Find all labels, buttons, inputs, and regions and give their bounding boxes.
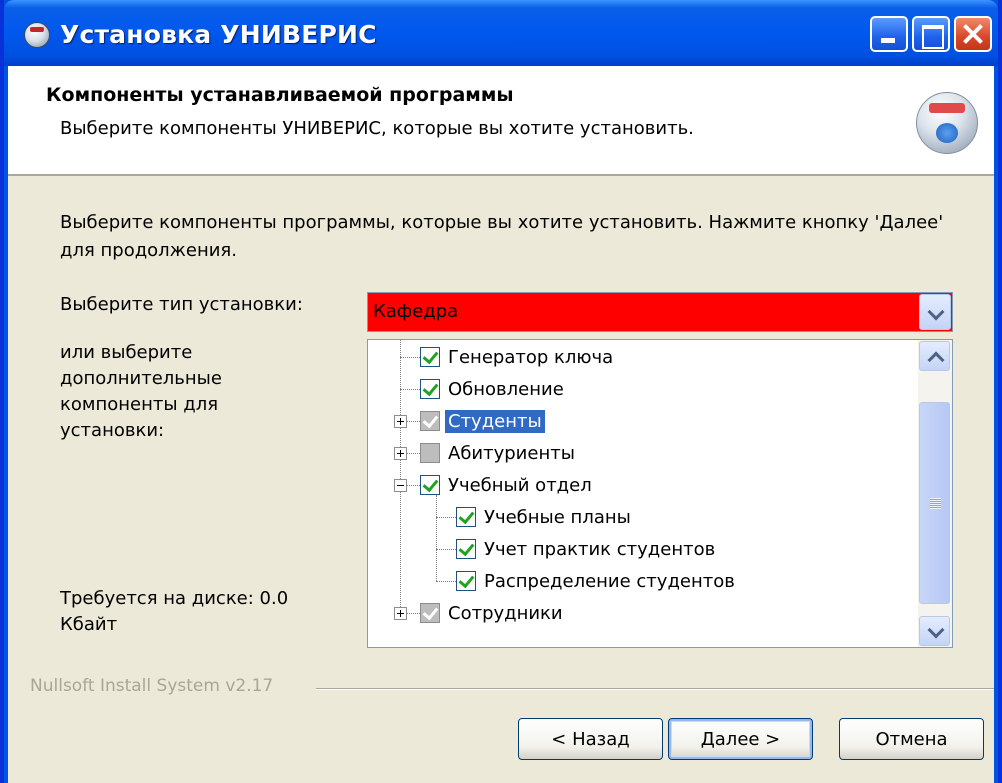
tree-item-label: Распределение студентов <box>484 570 735 592</box>
close-button[interactable] <box>954 16 992 52</box>
page-subtitle: Выберите компоненты УНИВЕРИС, которые вы… <box>60 118 694 139</box>
tree-item[interactable]: Абитуриенты <box>420 439 578 467</box>
tree-connector <box>436 517 456 518</box>
tree-item-label: Сотрудники <box>448 602 563 624</box>
maximize-button[interactable] <box>912 16 950 52</box>
title-bar[interactable]: Установка УНИВЕРИС <box>4 0 998 66</box>
expand-icon[interactable] <box>394 415 407 428</box>
tree-item[interactable]: Учет практик студентов <box>456 535 718 563</box>
scroll-up-button[interactable] <box>919 341 950 371</box>
tree-item-label: Генератор ключа <box>448 346 614 368</box>
dialog-body: Выберите компоненты программы, которые в… <box>8 176 994 783</box>
tree-item[interactable]: Сотрудники <box>420 599 566 627</box>
page-title: Компоненты устанавливаемой программы <box>46 84 514 106</box>
tree-item-label: Студенты <box>445 409 545 433</box>
collapse-icon[interactable] <box>394 479 407 492</box>
tree-item[interactable]: Генератор ключа <box>420 343 616 371</box>
tree-scrollbar[interactable] <box>918 340 952 647</box>
tree-item-label: Абитуриенты <box>448 442 575 464</box>
next-button[interactable]: Далее > <box>668 718 813 760</box>
minimize-button[interactable] <box>870 16 908 52</box>
component-checkbox[interactable] <box>456 571 476 591</box>
component-checkbox[interactable] <box>420 411 440 431</box>
components-label: или выберите дополнительные компоненты д… <box>60 342 222 441</box>
cancel-button[interactable]: Отмена <box>839 718 984 760</box>
grip-icon <box>930 498 941 509</box>
components-tree[interactable]: Генератор ключа Обновление Студенты Абитури… <box>367 339 953 648</box>
component-checkbox[interactable] <box>420 347 440 367</box>
tree-item[interactable]: Учебный отдел <box>420 471 595 499</box>
tree-item-label: Учебные планы <box>484 506 631 528</box>
install-type-label: Выберите тип установки: <box>60 294 303 315</box>
tree-connector <box>400 389 420 390</box>
tree-item[interactable]: Студенты <box>420 407 545 435</box>
installer-disc-icon <box>916 92 978 154</box>
disk-space-label: Требуется на диске: 0.0 Кбайт <box>60 588 289 635</box>
branding-text: Nullsoft Install System v2.17 <box>30 676 274 696</box>
tree-connector <box>436 581 456 582</box>
tree-item[interactable]: Обновление <box>420 375 567 403</box>
component-checkbox[interactable] <box>456 507 476 527</box>
scroll-down-button[interactable] <box>919 616 950 646</box>
component-checkbox[interactable] <box>420 379 440 399</box>
tree-item-label: Учет практик студентов <box>484 538 716 560</box>
tree-connector <box>400 340 401 613</box>
instructions-text: Выберите компоненты программы, которые в… <box>60 212 944 261</box>
back-button[interactable]: < Назад <box>518 718 663 760</box>
expand-icon[interactable] <box>394 607 407 620</box>
tree-item[interactable]: Распределение студентов <box>456 567 738 595</box>
footer-divider <box>316 688 994 690</box>
installer-icon <box>24 22 50 48</box>
window-title: Установка УНИВЕРИС <box>60 20 377 49</box>
tree-connector <box>436 549 456 550</box>
tree-items: Генератор ключа Обновление Студенты Абитури… <box>368 340 916 647</box>
component-checkbox[interactable] <box>420 603 440 623</box>
tree-item-label: Учебный отдел <box>448 474 592 496</box>
tree-item-label: Обновление <box>448 378 564 400</box>
component-checkbox[interactable] <box>420 443 440 463</box>
install-type-value: Кафедра <box>373 301 459 322</box>
chevron-down-icon[interactable] <box>919 294 951 330</box>
scroll-thumb[interactable] <box>919 402 950 604</box>
tree-item[interactable]: Учебные планы <box>456 503 634 531</box>
component-checkbox[interactable] <box>456 539 476 559</box>
tree-connector <box>436 495 437 581</box>
installer-window: Установка УНИВЕРИС Компоненты устанавлив… <box>0 0 1002 783</box>
tree-connector <box>400 357 420 358</box>
page-header: Компоненты устанавливаемой программы Выб… <box>8 66 994 176</box>
expand-icon[interactable] <box>394 447 407 460</box>
component-checkbox[interactable] <box>420 475 440 495</box>
install-type-dropdown[interactable]: Кафедра <box>367 292 953 332</box>
